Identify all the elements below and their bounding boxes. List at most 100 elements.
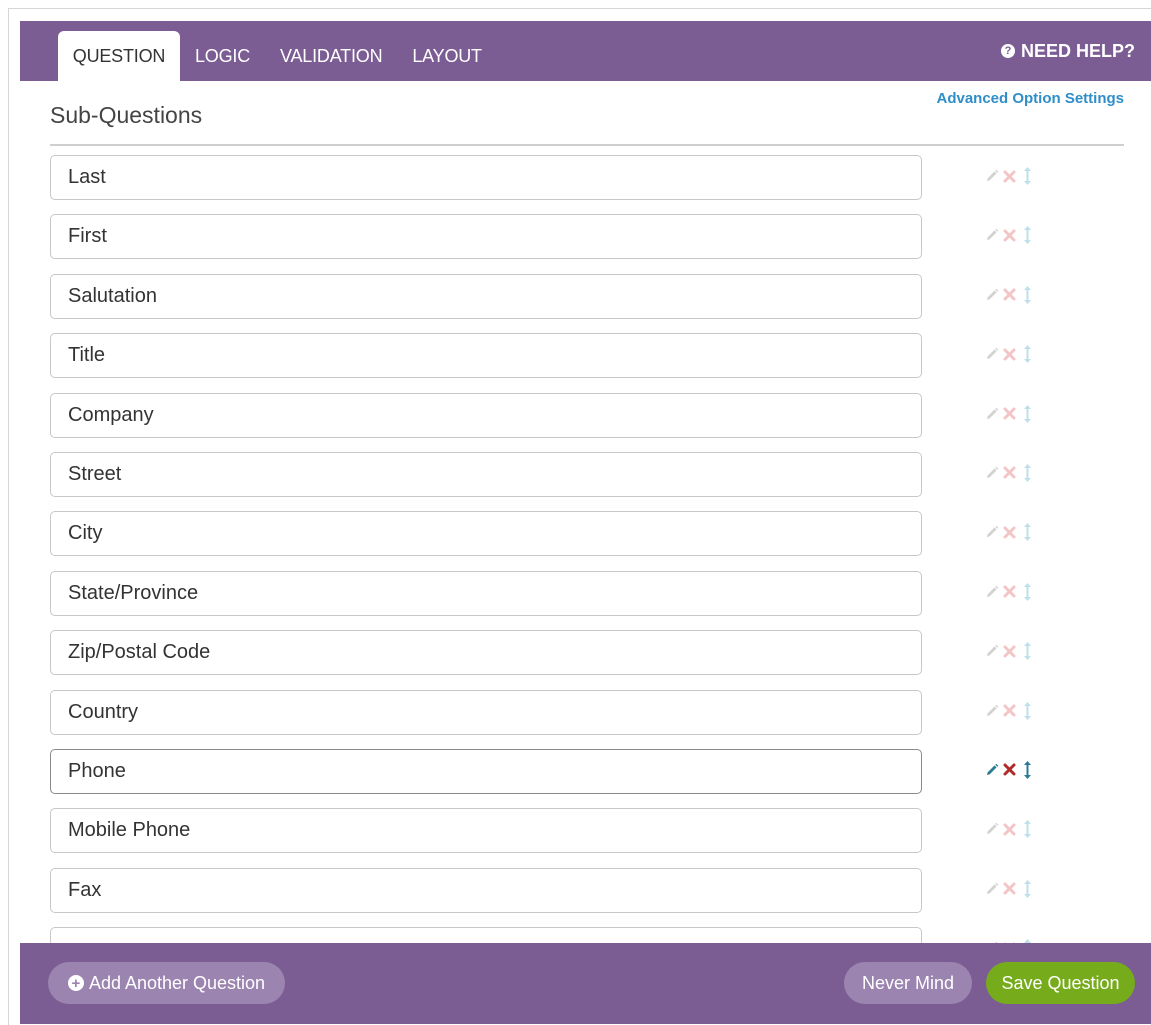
sub-question-input[interactable] [50, 927, 922, 943]
pencil-icon[interactable] [984, 582, 999, 602]
reorder-arrows-icon[interactable] [1020, 404, 1035, 424]
sub-question-input[interactable] [50, 570, 922, 616]
delete-x-icon[interactable] [1002, 879, 1017, 899]
section-title: Sub-Questions [50, 102, 203, 128]
reorder-arrows-icon[interactable] [1020, 641, 1035, 661]
row-actions [984, 700, 1035, 722]
sub-question-input[interactable] [50, 867, 922, 913]
sub-question-input[interactable] [50, 214, 922, 260]
sub-question-input[interactable] [50, 808, 922, 854]
pencil-icon[interactable] [984, 225, 999, 245]
pencil-icon[interactable] [984, 522, 999, 542]
delete-x-icon[interactable] [1002, 344, 1017, 364]
row-actions [984, 284, 1035, 306]
delete-x-icon[interactable] [1002, 582, 1017, 602]
reorder-arrows-icon[interactable] [1020, 879, 1035, 899]
reorder-arrows-icon[interactable] [1020, 463, 1035, 483]
sub-question-row [50, 392, 1130, 452]
editor-tabs: QUESTION LOGIC VALIDATION LAYOUT [58, 31, 497, 81]
row-actions [984, 818, 1035, 840]
need-help-label: NEED HELP? [1020, 40, 1135, 61]
never-mind-button[interactable]: Never Mind [844, 962, 972, 1004]
sub-question-input[interactable] [50, 511, 922, 557]
pencil-icon[interactable] [984, 404, 999, 424]
pencil-icon[interactable] [984, 819, 999, 839]
pencil-icon[interactable] [984, 285, 999, 305]
delete-x-icon[interactable] [1002, 166, 1017, 186]
sub-question-row [50, 511, 1130, 570]
tab-layout[interactable]: LAYOUT [397, 31, 496, 81]
sub-question-row [50, 927, 1130, 943]
pencil-icon[interactable] [984, 463, 999, 483]
editor-header: QUESTION LOGIC VALIDATION LAYOUT ? NEED … [20, 21, 1151, 81]
reorder-arrows-icon[interactable] [1020, 522, 1035, 542]
delete-x-icon[interactable] [1002, 285, 1017, 305]
sub-question-row [50, 333, 1130, 392]
reorder-arrows-icon[interactable] [1020, 582, 1035, 602]
sub-question-row [50, 570, 1130, 630]
row-actions [984, 462, 1035, 484]
row-actions [984, 224, 1035, 246]
row-actions [984, 581, 1035, 603]
delete-x-icon[interactable] [1002, 760, 1017, 780]
row-actions [984, 521, 1035, 543]
reorder-arrows-icon[interactable] [1020, 166, 1035, 186]
row-actions [984, 403, 1035, 425]
delete-x-icon[interactable] [1002, 463, 1017, 483]
delete-x-icon[interactable] [1002, 404, 1017, 424]
sub-question-list [50, 155, 1130, 943]
pencil-icon[interactable] [984, 641, 999, 661]
reorder-arrows-icon[interactable] [1020, 760, 1035, 780]
sub-question-row [50, 451, 1130, 511]
tab-logic[interactable]: LOGIC [180, 31, 265, 81]
pencil-icon[interactable] [984, 166, 999, 186]
row-actions [984, 759, 1035, 781]
sub-question-row [50, 867, 1130, 927]
section-divider [50, 144, 1124, 146]
need-help-link[interactable]: ? NEED HELP? [1000, 21, 1135, 81]
sub-question-input[interactable] [50, 748, 922, 794]
delete-x-icon[interactable] [1002, 819, 1017, 839]
reorder-arrows-icon[interactable] [1020, 819, 1035, 839]
reorder-arrows-icon[interactable] [1020, 225, 1035, 245]
pencil-icon[interactable] [984, 701, 999, 721]
delete-x-icon[interactable] [1002, 522, 1017, 542]
reorder-arrows-icon[interactable] [1020, 285, 1035, 305]
sub-question-row [50, 689, 1130, 749]
sub-question-input[interactable] [50, 273, 922, 319]
delete-x-icon[interactable] [1002, 701, 1017, 721]
delete-x-icon[interactable] [1002, 225, 1017, 245]
editor-footer: + Add Another Question Never Mind Save Q… [20, 943, 1151, 1024]
sub-question-row [50, 748, 1130, 808]
sub-question-row [50, 808, 1130, 867]
sub-question-input[interactable] [50, 689, 922, 735]
row-actions [984, 640, 1035, 662]
sub-question-row [50, 630, 1130, 689]
sub-question-row [50, 155, 1130, 214]
sub-question-input[interactable] [50, 451, 922, 497]
pencil-icon[interactable] [984, 344, 999, 364]
pencil-icon[interactable] [984, 760, 999, 780]
sub-question-input[interactable] [50, 333, 922, 379]
reorder-arrows-icon[interactable] [1020, 701, 1035, 721]
advanced-option-settings-link[interactable]: Advanced Option Settings [936, 90, 1124, 107]
add-another-question-label: Add Another Question [88, 972, 266, 993]
sub-question-input[interactable] [50, 155, 922, 200]
pencil-icon[interactable] [984, 879, 999, 899]
plus-circle-icon: + [67, 975, 84, 991]
tab-question[interactable]: QUESTION [58, 31, 180, 81]
save-question-button[interactable]: Save Question [986, 962, 1135, 1004]
row-actions [984, 878, 1035, 900]
delete-x-icon[interactable] [1002, 641, 1017, 661]
row-actions [984, 343, 1035, 365]
sub-question-row [50, 273, 1130, 333]
reorder-arrows-icon[interactable] [1020, 344, 1035, 364]
row-actions [984, 165, 1035, 187]
question-circle-icon: ? [1000, 44, 1015, 58]
question-editor-body: Sub-Questions Advanced Option Settings [20, 81, 1151, 943]
sub-question-row [50, 214, 1130, 273]
sub-question-input[interactable] [50, 630, 922, 676]
add-another-question-button[interactable]: + Add Another Question [48, 962, 285, 1004]
tab-validation[interactable]: VALIDATION [265, 31, 397, 81]
sub-question-input[interactable] [50, 392, 922, 438]
